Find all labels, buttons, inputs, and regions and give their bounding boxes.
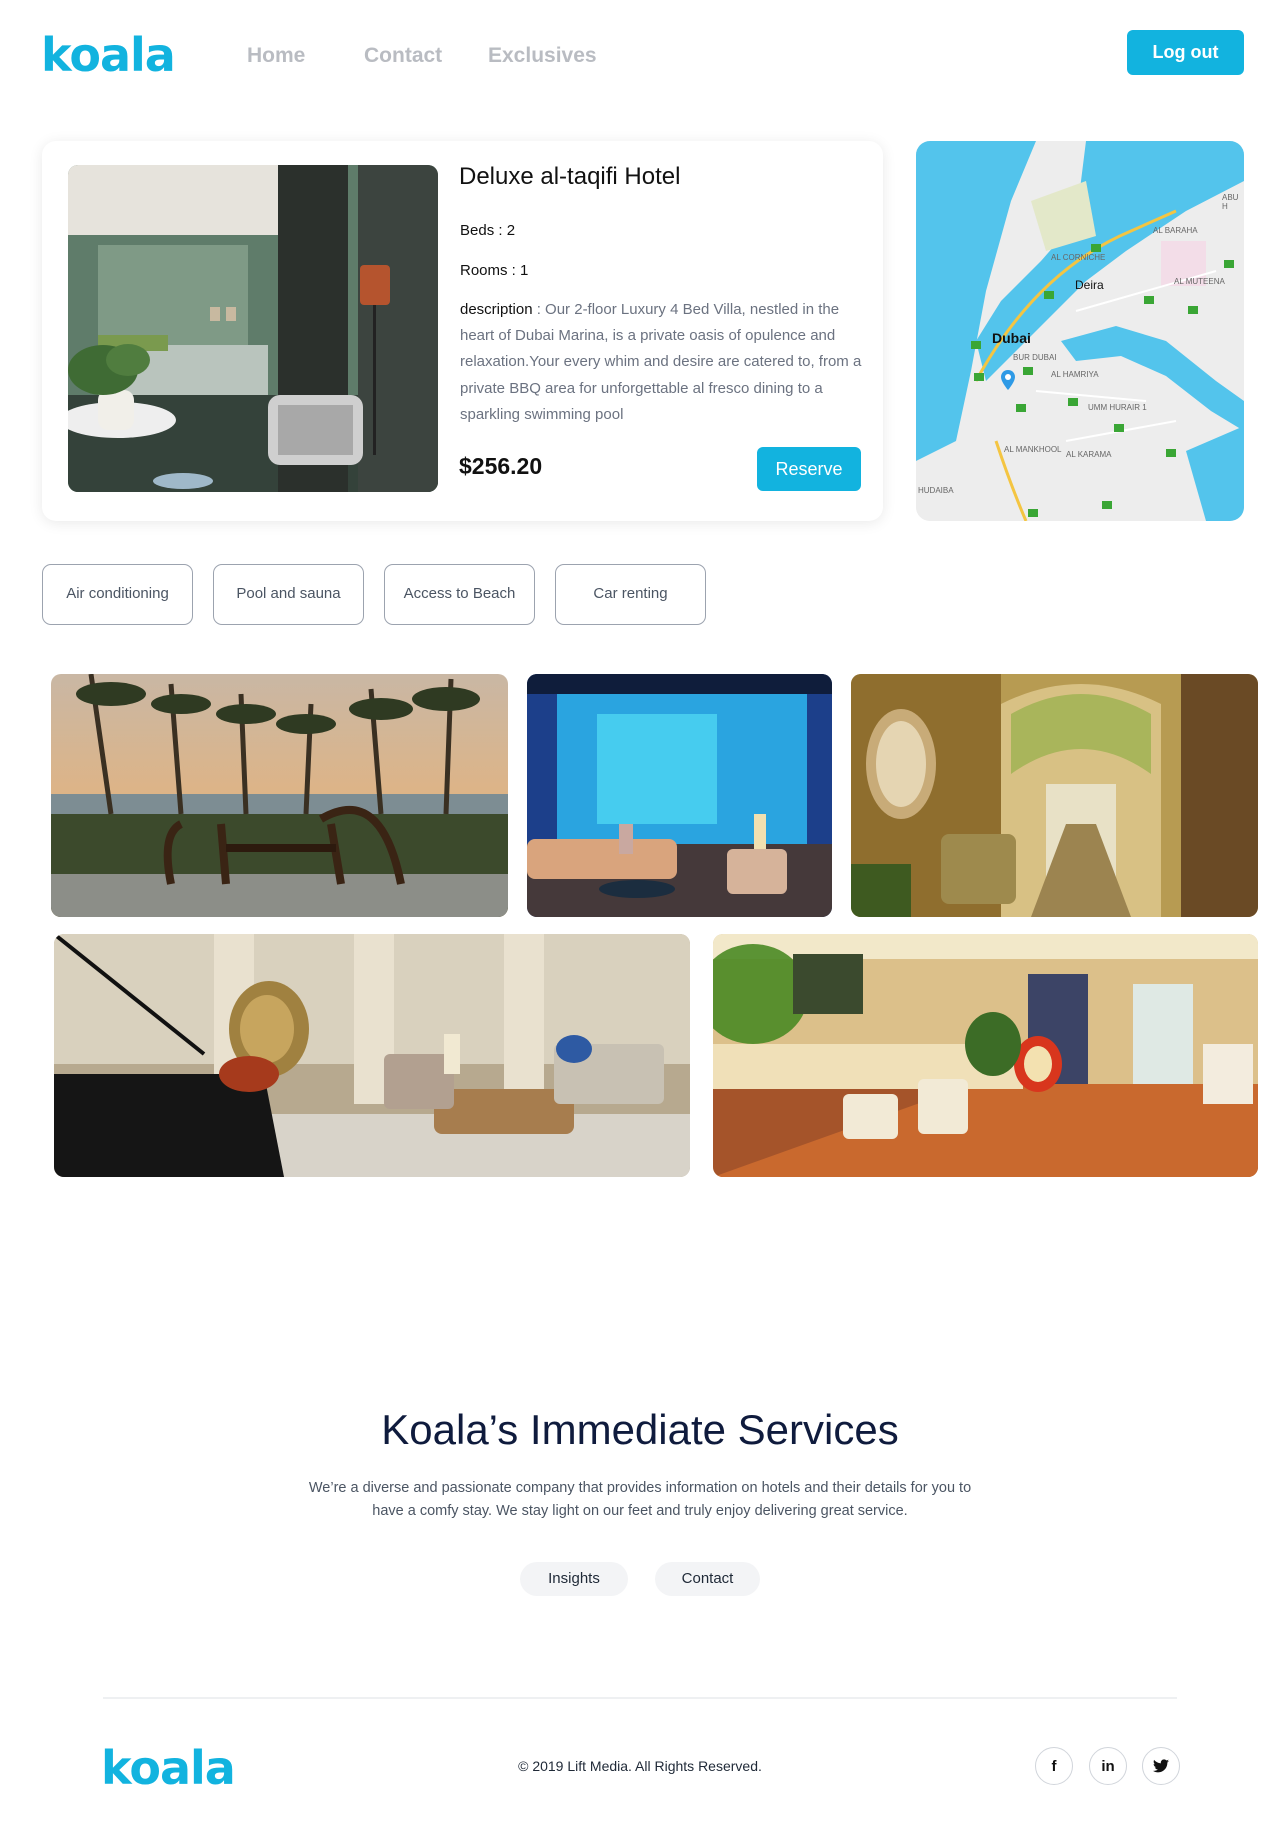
gallery-photo-hallway[interactable] — [851, 674, 1258, 917]
rooms-info: Rooms : 1 — [460, 262, 529, 279]
map-label-umm-hurair: UMM HURAIR 1 — [1088, 403, 1147, 412]
map-label-al-hamriya: AL HAMRIYA — [1051, 370, 1099, 379]
map-label-hudaiba: HUDAIBA — [918, 486, 954, 495]
gallery-photo-lobby[interactable] — [713, 934, 1258, 1177]
hotel-description: description : Our 2-floor Luxury 4 Bed V… — [460, 297, 865, 428]
map-label-dubai: Dubai — [992, 330, 1031, 346]
insights-button[interactable]: Insights — [520, 1562, 628, 1596]
hotel-name: Deluxe al-taqifi Hotel — [459, 163, 681, 190]
nav-contact-link[interactable]: Contact — [364, 44, 442, 68]
amenity-car-renting[interactable]: Car renting — [555, 564, 706, 625]
location-map[interactable]: Dubai Deira BUR DUBAI AL HAMRIYA AL CORN… — [916, 141, 1244, 521]
services-contact-button[interactable]: Contact — [655, 1562, 760, 1596]
hotel-price: $256.20 — [459, 453, 543, 479]
twitter-icon[interactable] — [1142, 1747, 1180, 1785]
map-label-al-karama: AL KARAMA — [1066, 450, 1112, 459]
linkedin-icon[interactable]: in — [1089, 1747, 1127, 1785]
map-label-al-baraha: AL BARAHA — [1153, 226, 1198, 235]
amenity-access-to-beach[interactable]: Access to Beach — [384, 564, 535, 625]
amenity-air-conditioning[interactable]: Air conditioning — [42, 564, 193, 625]
map-pin-icon[interactable] — [1001, 370, 1015, 390]
amenity-pool-and-sauna[interactable]: Pool and sauna — [213, 564, 364, 625]
map-label-al-mankhool: AL MANKHOOL — [1004, 445, 1062, 454]
hotel-card: Deluxe al-taqifi Hotel Beds : 2 Rooms : … — [42, 141, 883, 521]
gallery-photo-aquarium-lounge[interactable] — [527, 674, 832, 917]
description-text: : Our 2-floor Luxury 4 Bed Villa, nestle… — [460, 301, 862, 423]
map-label-abu-h: ABU H — [1222, 193, 1239, 211]
nav-home-link[interactable]: Home — [247, 44, 305, 68]
services-title: Koala’s Immediate Services — [381, 1406, 899, 1453]
map-label-deira: Deira — [1075, 278, 1104, 292]
hotel-room-photo — [68, 165, 438, 492]
beds-info: Beds : 2 — [460, 222, 516, 239]
map-label-al-corniche: AL CORNICHE — [1051, 253, 1106, 262]
logout-button[interactable]: Log out — [1127, 30, 1244, 75]
gallery-photo-terrace[interactable] — [51, 674, 508, 917]
footer-divider — [103, 1697, 1177, 1699]
copyright-text: © 2019 Lift Media. All Rights Reserved. — [518, 1758, 762, 1774]
facebook-icon[interactable]: f — [1035, 1747, 1073, 1785]
reserve-button[interactable]: Reserve — [757, 447, 861, 491]
gallery-photo-piano-lounge[interactable] — [54, 934, 690, 1177]
map-label-al-muteena: AL MUTEENA — [1174, 277, 1225, 286]
map-label-bur-dubai: BUR DUBAI — [1013, 353, 1057, 362]
nav-exclusives-link[interactable]: Exclusives — [488, 44, 597, 68]
koala-logo[interactable]: koala — [41, 28, 176, 82]
services-description: We’re a diverse and passionate company t… — [308, 1480, 972, 1519]
description-label: description — [460, 301, 533, 318]
